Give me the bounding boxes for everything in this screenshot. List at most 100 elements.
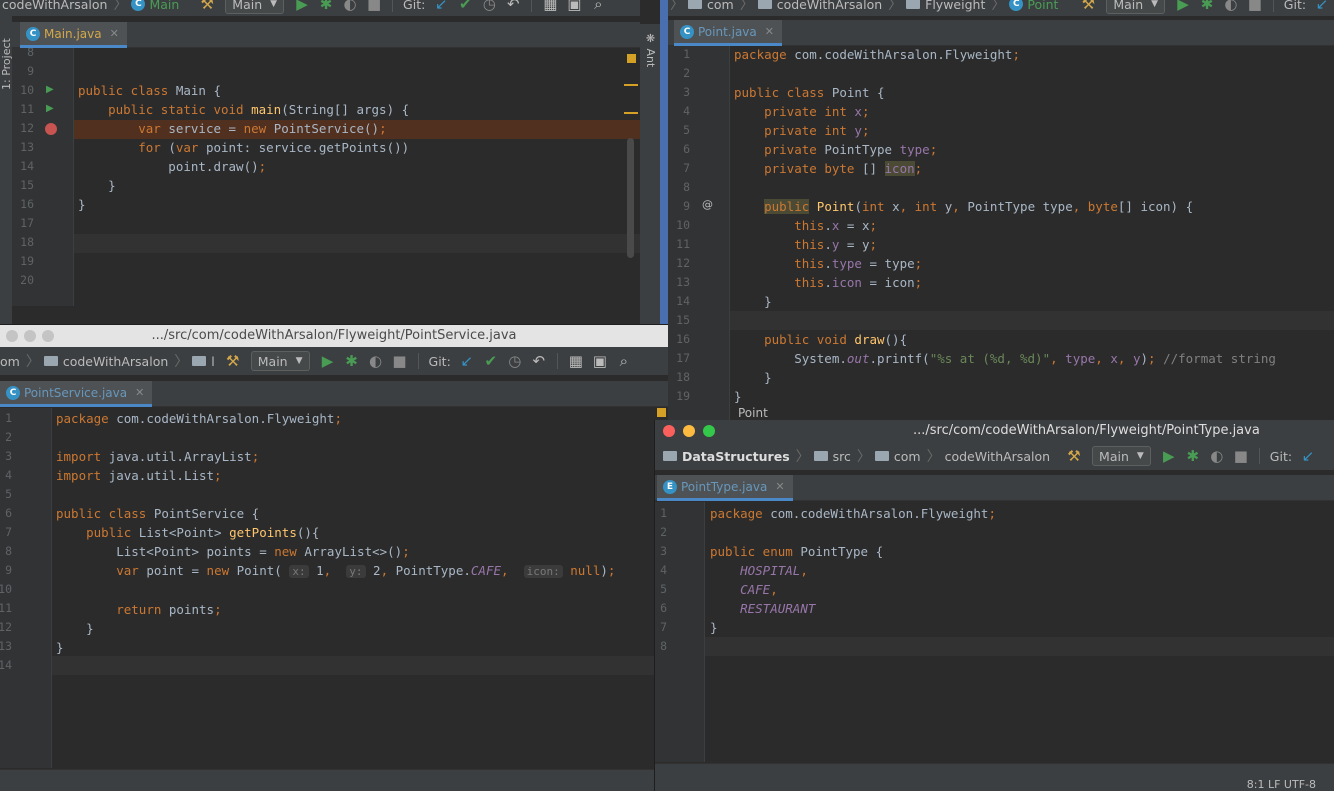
run-config-select[interactable]: Main ▼ (1106, 0, 1166, 14)
close-icon[interactable]: ✕ (775, 480, 784, 493)
search-icon[interactable]: ⌕ (612, 351, 636, 371)
breadcrumb-hint: Point (738, 406, 768, 420)
nav-separator: 〉 (174, 354, 189, 370)
stop-icon[interactable]: ■ (1229, 446, 1253, 466)
project-structure-icon[interactable]: ▦ (564, 351, 588, 371)
nav-item-label: Point (1027, 0, 1059, 12)
run-config-label: Main (1113, 0, 1144, 12)
run-config-select[interactable]: Main ▼ (250, 351, 310, 371)
main-editor-area[interactable]: 8 9 10 11 12 13 14 15 16 17 18 19 20 ▶ ▶… (12, 48, 640, 306)
project-tool-strip: 1: Project (0, 16, 13, 324)
close-icon[interactable]: ✕ (110, 27, 119, 40)
nav-item[interactable]: C Point (1009, 0, 1058, 12)
class-icon: C (26, 26, 40, 41)
chevron-down-icon: ▼ (295, 356, 303, 366)
coverage-icon[interactable]: ◐ (364, 351, 388, 371)
stop-icon[interactable]: ■ (1243, 0, 1267, 14)
folder-icon (192, 356, 207, 366)
tab-point-java[interactable]: C Point.java ✕ (674, 20, 782, 46)
window-zoom-dot[interactable] (42, 330, 54, 342)
class-icon: C (131, 0, 146, 11)
stop-icon[interactable]: ■ (362, 0, 386, 14)
point-editor-area[interactable]: 1 2 3 4 5 6 7 8 9 10 11 12 13 14 15 16 1… (668, 46, 1334, 420)
nav-item[interactable]: codeWithArsalon (945, 449, 1050, 464)
run-gutter-icon[interactable]: ▶ (46, 84, 54, 95)
git-rollback-icon[interactable]: ↶ (527, 351, 551, 371)
nav-item-label: l (211, 353, 215, 369)
folder-icon (813, 451, 828, 461)
tab-label: Point.java (698, 24, 757, 39)
close-icon[interactable]: ✕ (135, 386, 144, 399)
folder-icon (43, 356, 58, 366)
git-update-icon[interactable]: ↙ (455, 351, 479, 371)
close-icon[interactable]: ✕ (765, 25, 774, 38)
nav-item[interactable]: Flyweight (906, 0, 985, 12)
coverage-icon[interactable]: ◐ (1219, 0, 1243, 14)
run-icon[interactable]: ▶ (290, 0, 314, 14)
run-config-select[interactable]: Main ▼ (1092, 446, 1151, 466)
coverage-icon[interactable]: ◐ (1205, 446, 1229, 466)
stop-icon[interactable]: ■ (388, 351, 412, 371)
breakpoint-icon[interactable] (45, 123, 57, 135)
git-commit-check-icon[interactable]: ✔ (479, 351, 503, 371)
ant-tool-button[interactable]: ❋ Ant (644, 32, 657, 67)
git-rollback-icon[interactable]: ↶ (501, 0, 525, 14)
terminal-window-icon[interactable]: ▣ (588, 351, 612, 371)
git-commit-check-icon[interactable]: ✔ (453, 0, 477, 14)
nav-project[interactable]: codeWithArsalon (2, 0, 107, 12)
git-update-icon[interactable]: ↙ (429, 0, 453, 14)
nav-item[interactable]: src (813, 448, 851, 464)
service-title-bar: .../src/com/codeWithArsalon/Flyweight/Po… (0, 325, 668, 347)
window-close-dot[interactable] (663, 425, 675, 437)
git-label: Git: (403, 0, 426, 12)
window-minimize-dot[interactable] (683, 425, 695, 437)
git-history-clock-icon[interactable]: ◷ (477, 0, 501, 14)
nav-item[interactable]: DataStructures (663, 449, 790, 464)
project-structure-icon[interactable]: ▦ (538, 0, 562, 14)
git-history-clock-icon[interactable]: ◷ (503, 351, 527, 371)
run-config-select[interactable]: Main ▼ (225, 0, 285, 14)
window-minimize-dot[interactable] (24, 330, 36, 342)
window-zoom-dot[interactable] (703, 425, 715, 437)
coverage-icon[interactable]: ◐ (338, 0, 362, 14)
nav-item[interactable]: codeWithArsalon (43, 354, 168, 369)
build-hammer-icon[interactable]: ⚒ (195, 0, 219, 14)
build-hammer-icon[interactable]: ⚒ (1076, 0, 1100, 14)
tab-pointservice-java[interactable]: C PointService.java ✕ (0, 381, 153, 407)
run-icon[interactable]: ▶ (1171, 0, 1195, 14)
search-icon[interactable]: ⌕ (586, 0, 610, 14)
nav-item[interactable]: l (192, 353, 215, 369)
debug-bug-icon[interactable]: ✱ (340, 351, 364, 371)
status-position[interactable]: 8:1 LF UTF-8 (1247, 778, 1316, 791)
git-update-icon[interactable]: ↙ (1310, 0, 1334, 14)
window-close-dot[interactable] (6, 330, 18, 342)
nav-item[interactable]: com (688, 0, 734, 12)
service-editor-window: .../src/com/codeWithArsalon/Flyweight/Po… (0, 324, 668, 791)
terminal-window-icon[interactable]: ▣ (562, 0, 586, 14)
debug-bug-icon[interactable]: ✱ (314, 0, 338, 14)
service-navigation-bar: om 〉 codeWithArsalon 〉 l ⚒ Main ▼ ▶ ✱ ◐ ■… (0, 347, 668, 375)
nav-item-label: src (832, 448, 851, 464)
tab-pointtype-java[interactable]: E PointType.java ✕ (657, 475, 793, 501)
service-editor-area[interactable]: 1 2 3 4 5 6 7 8 9 10 11 12 13 14 package… (0, 408, 660, 768)
nav-file[interactable]: C Main (131, 0, 179, 12)
override-gutter-icon: @ (702, 198, 713, 211)
type-navigation-bar: DataStructures 〉 src 〉 com 〉 codeWithArs… (655, 442, 1334, 470)
run-gutter-icon[interactable]: ▶ (46, 103, 54, 114)
run-icon[interactable]: ▶ (1157, 446, 1181, 466)
debug-bug-icon[interactable]: ✱ (1195, 0, 1219, 14)
nav-item[interactable]: codeWithArsalon (757, 0, 882, 12)
run-config-label: Main (232, 0, 263, 12)
git-update-icon[interactable]: ↙ (1296, 446, 1320, 466)
run-icon[interactable]: ▶ (316, 351, 340, 371)
nav-item[interactable]: com (874, 449, 921, 464)
main-navigation-bar: codeWithArsalon 〉 C Main ⚒ Main ▼ ▶ ✱ ◐ ■ … (0, 0, 640, 16)
build-hammer-icon[interactable]: ⚒ (221, 351, 245, 371)
line-numbers: 1 2 3 4 5 6 7 8 9 10 11 12 13 14 (0, 411, 12, 672)
editor-scrollbar[interactable] (627, 138, 634, 258)
nav-item[interactable]: om (0, 354, 20, 369)
build-hammer-icon[interactable]: ⚒ (1062, 446, 1086, 466)
debug-bug-icon[interactable]: ✱ (1181, 446, 1205, 466)
type-editor-area[interactable]: 1 2 3 4 5 6 7 8 package com.codeWithArsa… (655, 502, 1334, 762)
tab-main-java[interactable]: C Main.java ✕ (20, 22, 127, 48)
